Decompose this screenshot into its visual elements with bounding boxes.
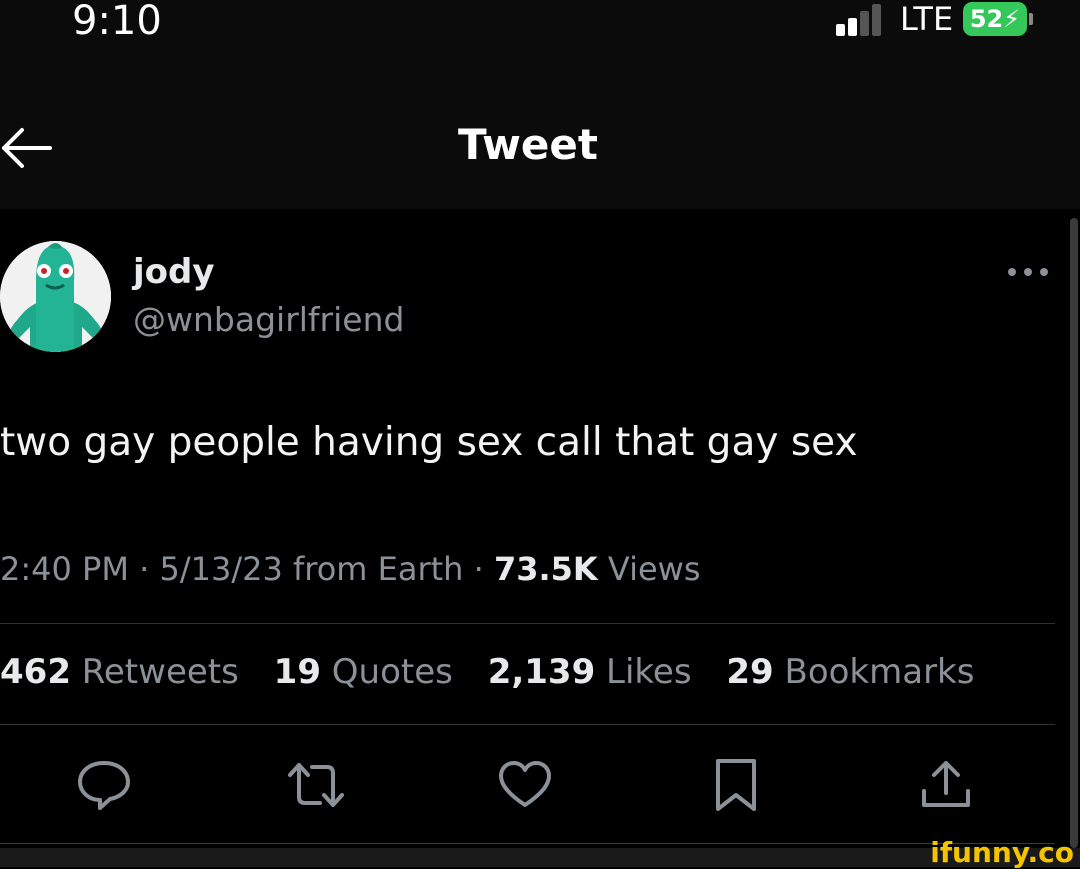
battery-level: 52 <box>969 5 1004 33</box>
meta-separator: · <box>473 550 484 588</box>
stat-bookmarks[interactable]: 29 Bookmarks <box>726 652 974 692</box>
retweet-button[interactable] <box>286 757 344 813</box>
author-handle[interactable]: @wnbagirlfriend <box>133 300 404 339</box>
views-count: 73.5K <box>493 550 598 588</box>
divider <box>0 843 1055 844</box>
like-button[interactable] <box>497 757 553 813</box>
nav-bar: Tweet <box>0 70 1080 209</box>
tweet-text: two gay people having sex call that gay … <box>0 420 858 465</box>
reply-icon <box>78 761 130 810</box>
watermark-logo: ifunny.co <box>930 836 1074 869</box>
stat-label: Bookmarks <box>784 652 975 692</box>
status-time: 9:10 <box>72 0 162 44</box>
battery-icon: 52⚡ <box>963 2 1033 38</box>
views-label: Views <box>607 550 701 588</box>
avatar[interactable] <box>0 241 111 352</box>
divider <box>0 724 1055 725</box>
retweet-icon <box>288 763 344 807</box>
status-bar: 9:10 LTE 52⚡ <box>0 0 1080 70</box>
scrollbar[interactable] <box>1070 218 1078 848</box>
footer-bar <box>0 848 1080 867</box>
divider <box>0 623 1055 624</box>
like-icon <box>499 761 551 807</box>
stat-count: 2,139 <box>487 652 596 692</box>
stat-quotes[interactable]: 19 Quotes <box>274 652 453 692</box>
tweet-source: from Earth <box>292 550 464 588</box>
stat-label: Likes <box>606 652 692 692</box>
bookmark-icon <box>716 759 756 811</box>
tweet-date[interactable]: 5/13/23 <box>159 550 282 588</box>
stat-count: 29 <box>726 652 774 692</box>
stat-label: Retweets <box>81 652 239 692</box>
tweet-meta: 2:40 PM · 5/13/23 from Earth · 73.5K Vie… <box>0 550 700 588</box>
stat-retweets[interactable]: 462 Retweets <box>0 652 239 692</box>
bookmark-button[interactable] <box>708 757 764 813</box>
signal-icon <box>836 2 884 36</box>
stat-count: 462 <box>0 652 71 692</box>
stat-label: Quotes <box>331 652 453 692</box>
more-horizontal-icon <box>1008 268 1048 276</box>
meta-separator: · <box>139 550 150 588</box>
author-name[interactable]: jody <box>133 252 215 292</box>
stat-count: 19 <box>273 652 321 692</box>
engagement-stats: 462 Retweets 19 Quotes 2,139 Likes 29 Bo… <box>0 652 974 692</box>
tweet-time[interactable]: 2:40 PM <box>0 550 129 588</box>
page-title: Tweet <box>458 120 598 169</box>
avatar-image <box>0 241 111 352</box>
network-label: LTE <box>900 0 954 38</box>
more-options-button[interactable] <box>1006 257 1050 287</box>
share-icon <box>922 761 970 807</box>
share-button[interactable] <box>918 757 974 813</box>
reply-button[interactable] <box>76 757 132 813</box>
stat-likes[interactable]: 2,139 Likes <box>488 652 692 692</box>
